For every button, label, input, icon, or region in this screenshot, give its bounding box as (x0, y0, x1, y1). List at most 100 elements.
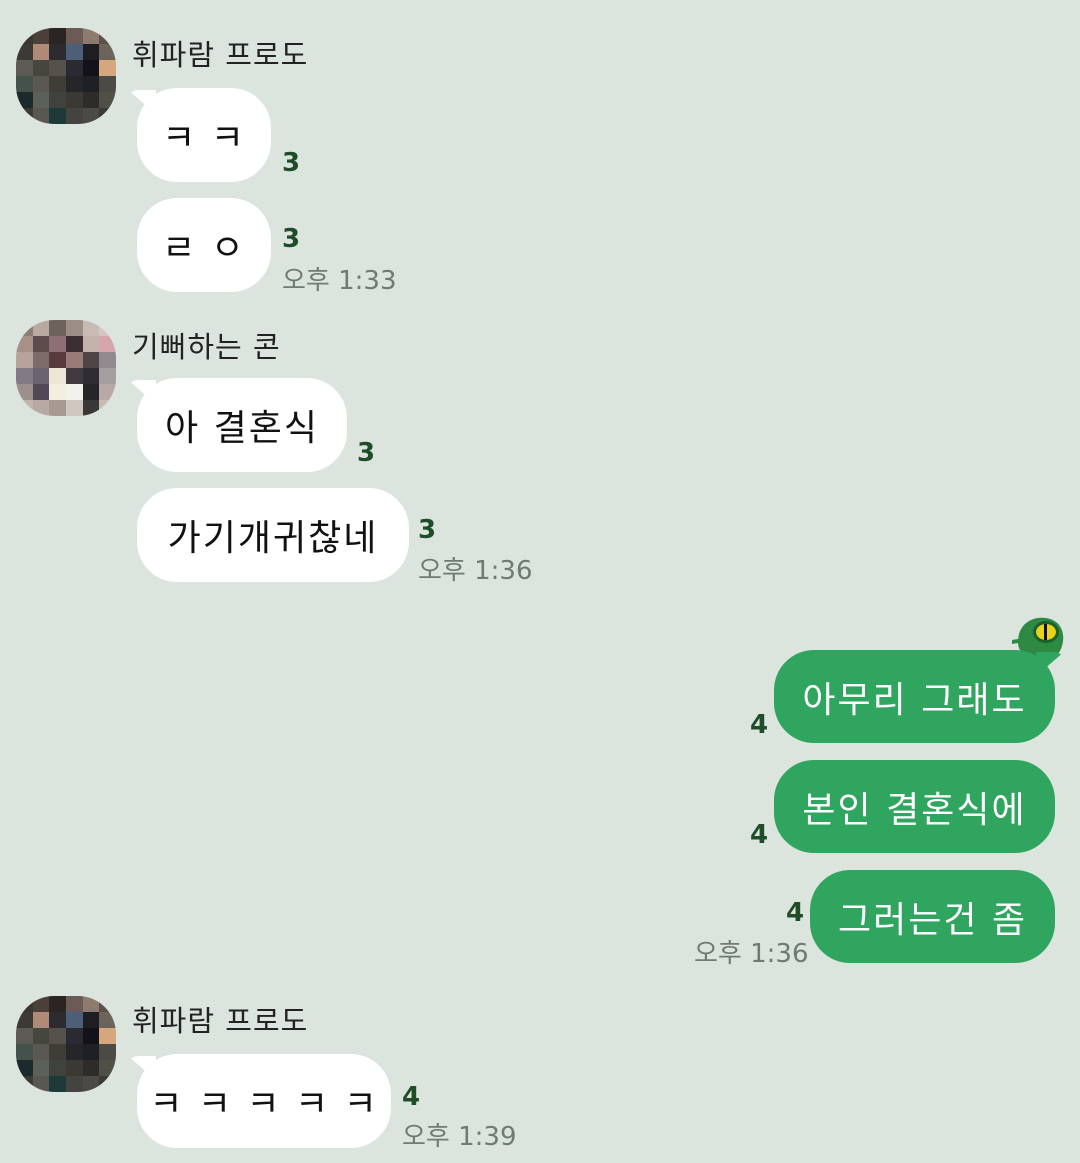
avatar-pixel (65, 352, 83, 368)
avatar-pixel (65, 336, 83, 352)
avatar-pixel (65, 108, 83, 124)
avatar-pixel (16, 28, 33, 44)
avatar-pixel (65, 44, 83, 60)
avatar-pixel (82, 384, 100, 400)
avatar-pixel (65, 384, 83, 400)
avatar-pixel (65, 1060, 83, 1076)
avatar-pixel (65, 400, 83, 416)
message-bubble[interactable]: 아 결혼식 (137, 378, 347, 472)
avatar-pixel (82, 352, 100, 368)
avatar-pixel (65, 1028, 83, 1044)
avatar-pixel (16, 60, 33, 76)
avatar-pixel (82, 1076, 100, 1092)
avatar-pixel (82, 108, 100, 124)
avatar-pixel (32, 368, 50, 384)
message-text: 본인 결혼식에 (802, 789, 1027, 831)
avatar-pixel (82, 44, 100, 60)
message-time: 오후 1:36 (694, 939, 809, 969)
avatar-pixel (99, 92, 116, 108)
avatar-pixel (99, 1044, 116, 1060)
avatar-pixel (16, 368, 33, 384)
avatar-pixel (65, 92, 83, 108)
avatar-pixel (32, 384, 50, 400)
avatar-pixel (99, 368, 116, 384)
avatar-pixel (32, 1060, 50, 1076)
avatar-pixel (16, 1076, 33, 1092)
avatar-pixel (32, 1028, 50, 1044)
message-text: 아 결혼식 (165, 408, 319, 449)
avatar-pixel (16, 336, 33, 352)
message-time: 오후 1:39 (402, 1122, 517, 1152)
sender-name: 기뻐하는 콘 (132, 330, 281, 364)
unread-count: 4 (750, 820, 769, 850)
avatar-pixel (65, 28, 83, 44)
avatar-pixel (49, 28, 66, 44)
avatar-pixel (82, 1060, 100, 1076)
avatar-pixel (99, 336, 116, 352)
avatar-pixel (32, 352, 50, 368)
avatar-pixel (82, 1012, 100, 1028)
avatar-pixel (16, 76, 33, 92)
avatar-pixel (82, 76, 100, 92)
avatar-pixel (49, 384, 66, 400)
avatar-pixel (82, 336, 100, 352)
unread-count: 4 (786, 898, 805, 928)
message-text: 가기개귀찮네 (167, 518, 379, 559)
avatar-pixel (65, 1012, 83, 1028)
message-bubble[interactable]: 아무리 그래도 (774, 650, 1055, 743)
avatar-pixel (99, 320, 116, 336)
message-text: ㅋ ㅋ (162, 118, 246, 159)
avatar-pixel (49, 1076, 66, 1092)
avatar-pixel (82, 1044, 100, 1060)
avatar-pixel (49, 368, 66, 384)
avatar[interactable] (16, 320, 116, 416)
avatar-pixel (16, 1060, 33, 1076)
avatar-pixel (32, 1044, 50, 1060)
avatar-pixel (16, 384, 33, 400)
unread-count: 4 (402, 1082, 421, 1112)
avatar-pixel (16, 320, 33, 336)
avatar-pixel (65, 320, 83, 336)
avatar-pixel (65, 1076, 83, 1092)
avatar-pixel (99, 1012, 116, 1028)
avatar-pixel (99, 384, 116, 400)
avatar-pixel (99, 60, 116, 76)
avatar-pixel (82, 92, 100, 108)
message-bubble[interactable]: 그러는건 좀 (810, 870, 1055, 963)
avatar-pixel (99, 108, 116, 124)
avatar-pixel (16, 1012, 33, 1028)
avatar-pixel (16, 352, 33, 368)
avatar-pixel (32, 996, 50, 1012)
avatar-pixel (16, 44, 33, 60)
unread-count: 3 (282, 148, 301, 178)
unread-count: 4 (750, 710, 769, 740)
avatar-pixel (65, 368, 83, 384)
message-bubble[interactable]: ㅋ ㅋ ㅋ ㅋ ㅋ (137, 1054, 391, 1148)
avatar-pixel (49, 44, 66, 60)
avatar-pixel (49, 996, 66, 1012)
message-bubble[interactable]: 가기개귀찮네 (137, 488, 409, 582)
avatar-pixel (32, 320, 50, 336)
avatar-pixel (49, 76, 66, 92)
avatar-pixel (65, 996, 83, 1012)
unread-count: 3 (282, 224, 301, 254)
avatar-pixel (32, 1012, 50, 1028)
avatar-pixel (99, 76, 116, 92)
avatar-pixel (32, 400, 50, 416)
avatar-pixel (16, 400, 33, 416)
avatar-pixel (32, 60, 50, 76)
message-bubble[interactable]: ㄹ ㅇ (137, 198, 271, 292)
message-time: 오후 1:33 (282, 266, 397, 296)
avatar-pixel (49, 60, 66, 76)
avatar-pixel (65, 76, 83, 92)
message-bubble[interactable]: 본인 결혼식에 (774, 760, 1055, 853)
avatar-pixel (99, 1028, 116, 1044)
message-bubble[interactable]: ㅋ ㅋ (137, 88, 271, 182)
avatar[interactable] (16, 28, 116, 124)
avatar-pixel (49, 400, 66, 416)
avatar-pixel (32, 28, 50, 44)
avatar-pixel (32, 1076, 50, 1092)
avatar[interactable] (16, 996, 116, 1092)
avatar-pixel (49, 1060, 66, 1076)
avatar-pixel (16, 108, 33, 124)
